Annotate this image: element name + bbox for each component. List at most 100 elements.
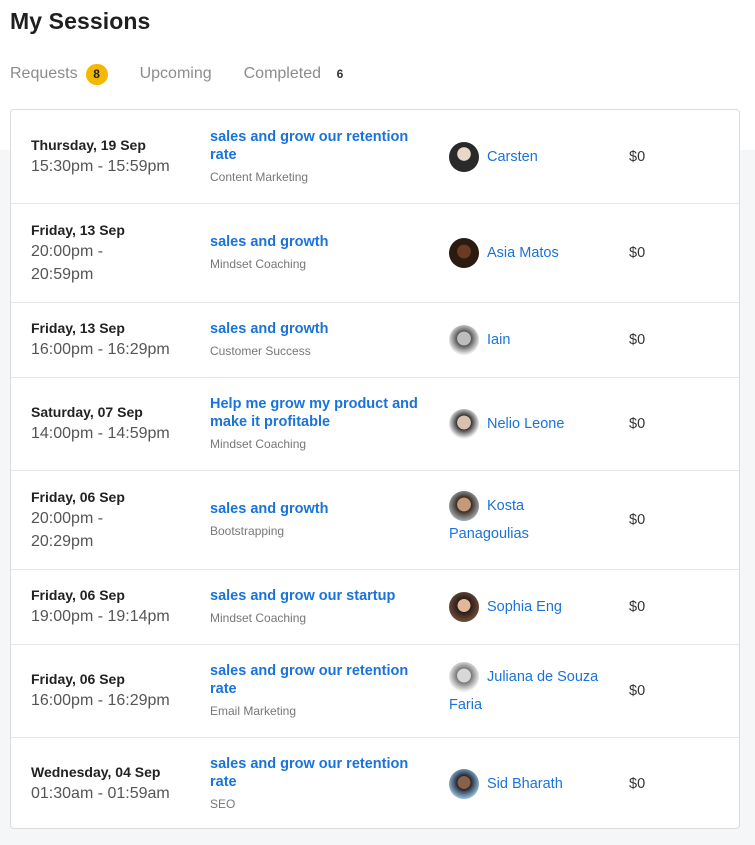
topic-cell: sales and growth Bootstrapping [210,470,432,569]
topic-cell: sales and growth Customer Success [210,302,432,377]
price-cell: $0 [629,302,689,377]
table-row: Wednesday, 04 Sep 01:30am - 01:59am sale… [11,737,739,828]
mentor-link[interactable]: Asia Matos [449,237,609,268]
avatar [449,491,479,521]
price-cell: $0 [629,569,689,644]
table-row: Thursday, 19 Sep 15:30pm - 15:59pm sales… [11,110,739,204]
session-category: Mindset Coaching [210,257,307,271]
session-time: 16:00pm - 16:29pm [31,692,170,709]
topic-cell: sales and grow our retention rate Conten… [210,110,432,203]
price-cell: $0 [629,644,689,737]
session-time: 19:00pm - 19:14pm [31,608,170,625]
tab-label: Completed [243,65,321,82]
date-cell: Friday, 13 Sep 20:00pm - 20:59pm [31,203,131,302]
table-row: Friday, 06 Sep 19:00pm - 19:14pm sales a… [11,569,739,645]
session-category: Bootstrapping [210,524,285,538]
avatar [449,141,479,172]
mentor-name: Asia Matos [487,244,559,261]
topic-cell: sales and grow our retention rate SEO [210,737,432,828]
mentor-link[interactable]: Carsten [449,141,609,172]
table-row: Friday, 13 Sep 20:00pm - 20:59pm sales a… [11,203,739,303]
mentor-cell: Nelio Leone [449,377,609,470]
mentor-link[interactable]: Iain [449,324,609,355]
session-tabs: Requests 8 Upcoming Completed 6 [10,62,383,86]
table-row: Saturday, 07 Sep 14:00pm - 14:59pm Help … [11,377,739,471]
completed-count-badge: 6 [336,67,344,81]
date-cell: Friday, 06 Sep 19:00pm - 19:14pm [31,569,201,644]
session-time: 15:30pm - 15:59pm [31,158,170,175]
session-price: $0 [629,598,646,615]
date-cell: Saturday, 07 Sep 14:00pm - 14:59pm [31,377,201,470]
session-price: $0 [629,244,646,261]
date-cell: Wednesday, 04 Sep 01:30am - 01:59am [31,737,201,828]
topic-cell: sales and grow our startup Mindset Coach… [210,569,432,644]
tab-upcoming[interactable]: Upcoming [140,65,212,83]
date-cell: Friday, 13 Sep 16:00pm - 16:29pm [31,302,201,377]
session-price: $0 [629,682,646,699]
session-category: Email Marketing [210,704,297,718]
mentor-link[interactable]: Kosta Panagoulias [449,491,549,548]
tab-completed[interactable]: Completed 6 [244,64,351,85]
session-title-link[interactable]: sales and growth [210,500,432,518]
table-row: Friday, 06 Sep 20:00pm - 20:29pm sales a… [11,470,739,570]
session-category: Customer Success [210,344,311,358]
avatar [449,662,479,692]
session-category: Content Marketing [210,170,309,184]
price-cell: $0 [629,377,689,470]
session-category: SEO [210,797,236,811]
table-row: Friday, 13 Sep 16:00pm - 16:29pm sales a… [11,302,739,378]
session-day: Friday, 13 Sep [31,320,125,336]
price-cell: $0 [629,470,689,569]
session-price: $0 [629,148,646,165]
date-cell: Friday, 06 Sep 16:00pm - 16:29pm [31,644,201,737]
topic-cell: Help me grow my product and make it prof… [210,377,432,470]
mentor-name: Sid Bharath [487,775,563,792]
mentor-cell: Juliana de Souza Faria [449,644,609,737]
session-time: 20:00pm - 20:59pm [31,242,104,283]
mentor-cell: Asia Matos [449,203,609,302]
session-day: Wednesday, 04 Sep [31,764,161,780]
mentor-link[interactable]: Sophia Eng [449,591,609,622]
session-category: Mindset Coaching [210,611,307,625]
session-day: Friday, 06 Sep [31,488,125,505]
mentor-link[interactable]: Juliana de Souza Faria [449,662,609,719]
tab-label: Requests [10,65,78,82]
date-cell: Thursday, 19 Sep 15:30pm - 15:59pm [31,110,201,203]
session-title-link[interactable]: Help me grow my product and make it prof… [210,395,432,431]
price-cell: $0 [629,737,689,828]
session-day: Friday, 06 Sep [31,671,125,687]
price-cell: $0 [629,110,689,203]
tab-requests[interactable]: Requests 8 [10,63,108,85]
session-title-link[interactable]: sales and grow our retention rate [210,128,432,164]
mentor-name: Nelio Leone [487,415,565,432]
page-title: My Sessions [10,8,151,34]
session-title-link[interactable]: sales and grow our startup [210,587,432,605]
session-time: 14:00pm - 14:59pm [31,425,170,442]
date-cell: Friday, 06 Sep 20:00pm - 20:29pm [31,470,131,569]
avatar [449,591,479,622]
mentor-cell: Kosta Panagoulias [449,470,549,569]
session-title-link[interactable]: sales and grow our retention rate [210,755,432,791]
session-day: Saturday, 07 Sep [31,404,143,420]
table-row: Friday, 06 Sep 16:00pm - 16:29pm sales a… [11,644,739,738]
mentor-name: Carsten [487,148,538,165]
mentor-cell: Carsten [449,110,609,203]
avatar [449,408,479,439]
session-title-link[interactable]: sales and growth [210,233,432,251]
tab-label: Upcoming [139,65,212,82]
mentor-name: Sophia Eng [487,598,562,615]
mentor-link[interactable]: Nelio Leone [449,408,609,439]
avatar [449,768,479,799]
session-day: Friday, 06 Sep [31,587,125,603]
session-time: 01:30am - 01:59am [31,785,170,802]
mentor-link[interactable]: Sid Bharath [449,768,609,799]
topic-cell: sales and growth Mindset Coaching [210,203,432,302]
session-day: Friday, 13 Sep [31,221,125,238]
session-title-link[interactable]: sales and grow our retention rate [210,662,432,698]
mentor-name: Iain [487,331,511,348]
requests-count-badge: 8 [85,63,108,85]
avatar [449,237,479,268]
session-title-link[interactable]: sales and growth [210,320,432,338]
mentor-cell: Sophia Eng [449,569,609,644]
mentor-cell: Sid Bharath [449,737,609,828]
